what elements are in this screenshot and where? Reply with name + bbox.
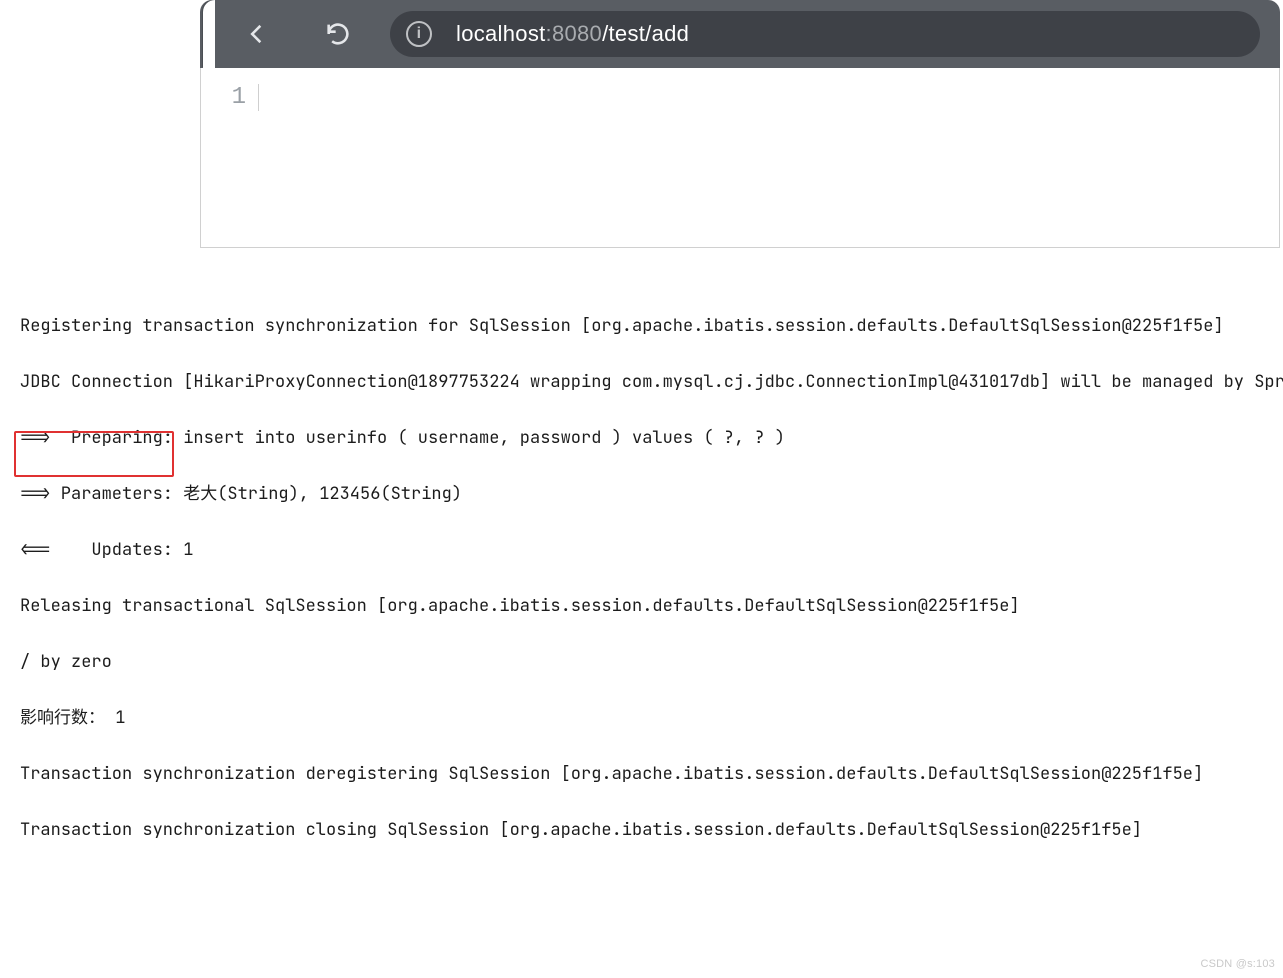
back-button[interactable]	[230, 6, 286, 62]
console-log: Registering transaction synchronization …	[0, 284, 1283, 972]
log-line: 影响行数： 1	[20, 704, 1263, 732]
log-line: JDBC Connection [HikariProxyConnection@1…	[20, 368, 1263, 396]
log-line: Transaction synchronization deregisterin…	[20, 760, 1263, 788]
watermark: CSDN @s:103	[1200, 950, 1275, 978]
log-line: ==> Preparing: insert into userinfo ( us…	[20, 424, 1263, 452]
page-viewport: 1	[200, 68, 1280, 248]
line-number: 1	[223, 84, 259, 111]
log-line: / by zero	[20, 648, 1263, 676]
browser-window: i localhost:8080/test/add 1	[200, 0, 1280, 248]
address-bar[interactable]: i localhost:8080/test/add	[390, 11, 1260, 57]
error-highlight-box	[14, 431, 174, 477]
log-line: Releasing transactional SqlSession [org.…	[20, 592, 1263, 620]
log-line: Registering transaction synchronization …	[20, 312, 1263, 340]
log-line: ==> Parameters: 老大(String), 123456(Strin…	[20, 480, 1263, 508]
url-text: localhost:8080/test/add	[456, 21, 689, 47]
site-info-icon[interactable]: i	[406, 21, 432, 47]
browser-toolbar: i localhost:8080/test/add	[200, 0, 1280, 68]
reload-icon	[324, 20, 352, 48]
reload-button[interactable]	[310, 6, 366, 62]
log-line: Transaction synchronization closing SqlS…	[20, 816, 1263, 844]
log-line: <== Updates: 1	[20, 536, 1263, 564]
arrow-left-icon	[244, 20, 272, 48]
